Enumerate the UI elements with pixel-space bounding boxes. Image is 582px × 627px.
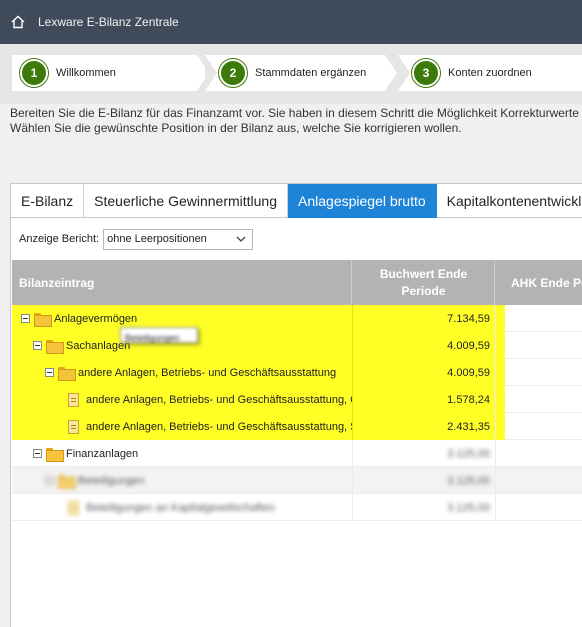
tab-steuerliche-gewinnermittlung[interactable]: Steuerliche Gewinnermittlung xyxy=(84,184,289,218)
intro-text: Bereiten Sie die E-Bilanz für das Finanz… xyxy=(10,106,582,136)
row-value: 3.125,00 xyxy=(447,501,490,514)
tab-anlagespiegel-brutto[interactable]: Anlagespiegel brutto xyxy=(288,184,437,218)
step-willkommen[interactable]: 1 Willkommen xyxy=(12,55,209,91)
table-row[interactable]: andere Anlagen, Betriebs- und Geschäftsa… xyxy=(12,386,582,413)
report-selected-value: ohne Leerpositionen xyxy=(107,233,207,245)
tab-e-bilanz[interactable]: E-Bilanz xyxy=(11,184,85,218)
collapse-toggle-icon[interactable] xyxy=(33,449,42,458)
row-label: andere Anlagen, Betriebs- und Geschäftsa… xyxy=(86,420,352,433)
row-value: 4.009,59 xyxy=(447,339,490,352)
row-value: 4.009,59 xyxy=(447,366,490,379)
title-bar: Lexware E-Bilanz Zentrale xyxy=(0,0,582,44)
tooltip-text: Beteiligungen xyxy=(125,333,180,343)
table-row[interactable]: andere Anlagen, Betriebs- und Geschäftsa… xyxy=(12,413,582,440)
home-icon[interactable] xyxy=(8,12,28,32)
step-number: 1 xyxy=(20,59,48,87)
collapse-toggle-icon[interactable] xyxy=(33,341,42,350)
collapse-toggle-icon[interactable] xyxy=(21,314,30,323)
step-label: Stammdaten ergänzen xyxy=(255,67,367,79)
folder-icon xyxy=(46,447,64,462)
table-row[interactable]: Beteiligungen an Kapitalgesellschaften 3… xyxy=(12,494,582,521)
document-icon xyxy=(68,500,79,515)
row-label: andere Anlagen, Betriebs- und Geschäftsa… xyxy=(86,393,352,406)
table-row[interactable]: Sachanlagen 4.009,59 xyxy=(12,332,582,359)
step-number: 3 xyxy=(412,59,440,87)
intro-line-2: Wählen Sie die gewünschte Position in de… xyxy=(10,121,462,135)
report-selector: Anzeige Bericht: ohne Leerpositionen xyxy=(19,228,254,250)
folder-icon xyxy=(34,312,52,327)
report-label: Anzeige Bericht: xyxy=(19,233,100,245)
step-label: Willkommen xyxy=(56,67,116,79)
step-konten-zuordnen[interactable]: 3 Konten zuordnen xyxy=(398,55,582,91)
row-value: 3.125,00 xyxy=(447,474,490,487)
intro-line-1: Bereiten Sie die E-Bilanz für das Finanz… xyxy=(10,106,582,120)
folder-icon xyxy=(46,339,64,354)
document-icon xyxy=(68,419,79,434)
column-buchwert-line2: Periode xyxy=(401,283,446,298)
report-dropdown[interactable]: ohne Leerpositionen xyxy=(103,228,254,250)
report-panel: E-Bilanz Steuerliche Gewinnermittlung An… xyxy=(10,183,582,627)
chevron-down-icon xyxy=(236,236,246,242)
step-number: 2 xyxy=(219,59,247,87)
document-icon xyxy=(68,392,79,407)
row-value: 2.431,35 xyxy=(447,420,490,433)
step-stammdaten[interactable]: 2 Stammdaten ergänzen xyxy=(205,55,397,91)
row-label: Beteiligungen an Kapitalgesellschaften xyxy=(86,501,275,514)
table-row[interactable]: andere Anlagen, Betriebs- und Geschäftsa… xyxy=(12,359,582,386)
folder-icon xyxy=(58,474,76,489)
collapse-toggle-icon[interactable] xyxy=(45,476,54,485)
wizard-steps: 1 Willkommen 2 Stammdaten ergänzen 3 Kon… xyxy=(0,44,582,104)
tab-kapitalkontenentwicklung[interactable]: Kapitalkontenentwicklu xyxy=(437,184,582,218)
column-buchwert-line1: Buchwert Ende xyxy=(379,266,468,281)
folder-icon xyxy=(58,366,76,381)
row-value: 7.134,59 xyxy=(447,312,490,325)
row-label: andere Anlagen, Betriebs- und Geschäftsa… xyxy=(78,366,337,379)
grid-header: Bilanzeintrag Buchwert Ende Periode AHK E… xyxy=(12,260,582,305)
row-value: 3.125,00 xyxy=(447,447,490,460)
column-bilanzeintrag[interactable]: Bilanzeintrag xyxy=(12,260,352,305)
tooltip: Beteiligungen xyxy=(120,327,198,343)
grid-body: Anlagevermögen 7.134,59 Sachanlagen 4.00… xyxy=(12,305,582,521)
row-value: 1.578,24 xyxy=(447,393,490,406)
collapse-toggle-icon[interactable] xyxy=(45,368,54,377)
column-ahk-ende-periode[interactable]: AHK Ende Pe xyxy=(496,260,582,305)
row-label: Anlagevermögen xyxy=(54,312,138,325)
table-row[interactable]: Beteiligungen 3.125,00 xyxy=(12,467,582,494)
report-tabs: E-Bilanz Steuerliche Gewinnermittlung An… xyxy=(11,184,582,218)
app-title: Lexware E-Bilanz Zentrale xyxy=(38,15,179,29)
row-label: Beteiligungen xyxy=(78,474,145,487)
table-row[interactable]: Anlagevermögen 7.134,59 xyxy=(12,305,582,332)
row-label: Finanzanlagen xyxy=(66,447,139,460)
column-buchwert-ende-periode[interactable]: Buchwert Ende Periode xyxy=(353,260,495,305)
table-row[interactable]: Finanzanlagen 3.125,00 xyxy=(12,440,582,467)
step-label: Konten zuordnen xyxy=(448,67,532,79)
